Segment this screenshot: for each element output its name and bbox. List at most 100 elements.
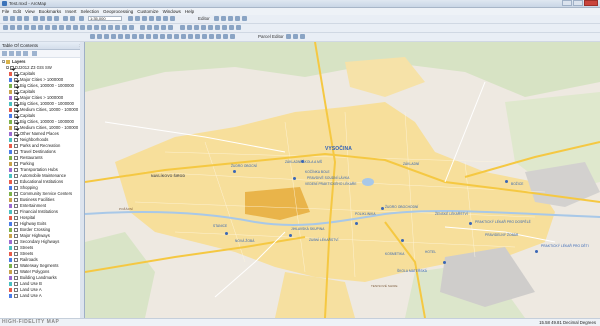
layer-visibility-checkbox[interactable]: [14, 108, 18, 112]
print-icon[interactable]: [24, 16, 29, 21]
find-icon[interactable]: [108, 25, 113, 30]
open-icon[interactable]: [10, 16, 15, 21]
layer-visibility-checkbox[interactable]: [14, 78, 18, 82]
rotate-icon[interactable]: [209, 34, 214, 39]
arctoolbox-icon[interactable]: [156, 16, 161, 21]
cut-icon[interactable]: [33, 16, 38, 21]
clear-selection-icon[interactable]: [66, 25, 71, 30]
menu-bookmarks[interactable]: Bookmarks: [37, 8, 64, 15]
maximize-button[interactable]: [573, 0, 583, 6]
layer-visibility-checkbox[interactable]: [14, 222, 18, 226]
poi-marker[interactable]: [225, 232, 228, 235]
layer-visibility-checkbox[interactable]: [14, 264, 18, 268]
layer-visibility-checkbox[interactable]: [14, 234, 18, 238]
layer-visibility-checkbox[interactable]: [14, 288, 18, 292]
sketch-tool-icon[interactable]: [221, 16, 226, 21]
menu-customize[interactable]: Customize: [135, 8, 160, 15]
new-document-icon[interactable]: [3, 16, 8, 21]
marker-icon[interactable]: [229, 25, 234, 30]
menu-selection[interactable]: Selection: [79, 8, 102, 15]
layer-visibility-checkbox[interactable]: [14, 186, 18, 190]
layer-visibility-checkbox[interactable]: [14, 210, 18, 214]
merge-icon[interactable]: [223, 34, 228, 39]
network-icon[interactable]: [132, 34, 137, 39]
menu-geoprocessing[interactable]: Geoprocessing: [101, 8, 135, 15]
pan-icon[interactable]: [17, 25, 22, 30]
map-view[interactable]: VYSOČINA NAVLÍKOVO ŠIROD ŽUDRO OBOCNÍ ZÁ…: [85, 42, 600, 318]
validate-icon[interactable]: [111, 34, 116, 39]
layer-visibility-checkbox[interactable]: [14, 90, 18, 94]
layer-visibility-checkbox[interactable]: [14, 216, 18, 220]
poi-marker[interactable]: [233, 170, 236, 173]
point-snap-icon[interactable]: [147, 25, 152, 30]
cut-polygons-icon[interactable]: [202, 34, 207, 39]
poi-marker[interactable]: [293, 177, 296, 180]
layer-visibility-checkbox[interactable]: [14, 72, 18, 76]
layer-visibility-checkbox[interactable]: [14, 114, 18, 118]
layer-group-checkbox[interactable]: [10, 66, 14, 70]
straight-segment-icon[interactable]: [228, 16, 233, 21]
layer-visibility-checkbox[interactable]: [14, 198, 18, 202]
layer-visibility-checkbox[interactable]: [14, 246, 18, 250]
time-slider-icon[interactable]: [129, 25, 134, 30]
snapping-icon[interactable]: [140, 25, 145, 30]
editor-toolbar-icon[interactable]: [128, 16, 133, 21]
layer-visibility-checkbox[interactable]: [14, 180, 18, 184]
search-window-icon[interactable]: [149, 16, 154, 21]
fixed-zoom-out-icon[interactable]: [38, 25, 43, 30]
create-features-icon[interactable]: [188, 34, 193, 39]
fix-error-icon[interactable]: [118, 34, 123, 39]
layer-visibility-checkbox[interactable]: [14, 270, 18, 274]
layer-visibility-checkbox[interactable]: [14, 168, 18, 172]
model-builder-icon[interactable]: [170, 16, 175, 21]
poi-marker[interactable]: [301, 160, 304, 163]
poi-marker[interactable]: [401, 239, 404, 242]
measure-icon[interactable]: [101, 25, 106, 30]
layer-visibility-checkbox[interactable]: [14, 84, 18, 88]
layer-visibility-checkbox[interactable]: [14, 174, 18, 178]
layer-visibility-checkbox[interactable]: [14, 144, 18, 148]
html-popup-icon[interactable]: [94, 25, 99, 30]
layer-visibility-checkbox[interactable]: [14, 132, 18, 136]
menu-insert[interactable]: Insert: [63, 8, 78, 15]
poi-marker[interactable]: [289, 234, 292, 237]
text-icon[interactable]: [201, 25, 206, 30]
fill-color-icon[interactable]: [208, 25, 213, 30]
arc-segment-icon[interactable]: [235, 16, 240, 21]
layer-visibility-checkbox[interactable]: [14, 204, 18, 208]
hyperlink-icon[interactable]: [87, 25, 92, 30]
layer-visibility-checkbox[interactable]: [14, 156, 18, 160]
save-icon[interactable]: [17, 16, 22, 21]
full-extent-icon[interactable]: [24, 25, 29, 30]
split-icon[interactable]: [216, 34, 221, 39]
poi-marker[interactable]: [505, 180, 508, 183]
layer-visibility-checkbox[interactable]: [14, 138, 18, 142]
layer-visibility-checkbox[interactable]: [14, 240, 18, 244]
toc-window-icon[interactable]: [135, 16, 140, 21]
poi-marker[interactable]: [535, 250, 538, 253]
collapse-icon[interactable]: −: [6, 66, 9, 70]
list-by-drawing-order-icon[interactable]: [2, 51, 7, 56]
layer-visibility-checkbox[interactable]: [14, 258, 18, 262]
zoom-in-icon[interactable]: [3, 25, 8, 30]
layer-visibility-checkbox[interactable]: [14, 192, 18, 196]
layer-visibility-checkbox[interactable]: [14, 96, 18, 100]
parcel-tool-icon[interactable]: [286, 34, 291, 39]
graphics-icon[interactable]: [236, 25, 241, 30]
map-scale-combo[interactable]: 1:35,000: [88, 16, 122, 21]
layer-visibility-checkbox[interactable]: [14, 126, 18, 130]
layer-visibility-checkbox[interactable]: [14, 120, 18, 124]
error-inspector-icon[interactable]: [125, 34, 130, 39]
topology-icon[interactable]: [90, 34, 95, 39]
zoom-out-icon[interactable]: [10, 25, 15, 30]
union-icon[interactable]: [230, 34, 235, 39]
sketch-properties-icon[interactable]: [181, 34, 186, 39]
layer-visibility-checkbox[interactable]: [14, 276, 18, 280]
flag-icon[interactable]: [139, 34, 144, 39]
menu-help[interactable]: Help: [183, 8, 196, 15]
delete-icon[interactable]: [54, 16, 59, 21]
layer-visibility-checkbox[interactable]: [14, 228, 18, 232]
network-layer-icon[interactable]: [167, 34, 172, 39]
list-by-selection-icon[interactable]: [23, 51, 28, 56]
back-extent-icon[interactable]: [45, 25, 50, 30]
